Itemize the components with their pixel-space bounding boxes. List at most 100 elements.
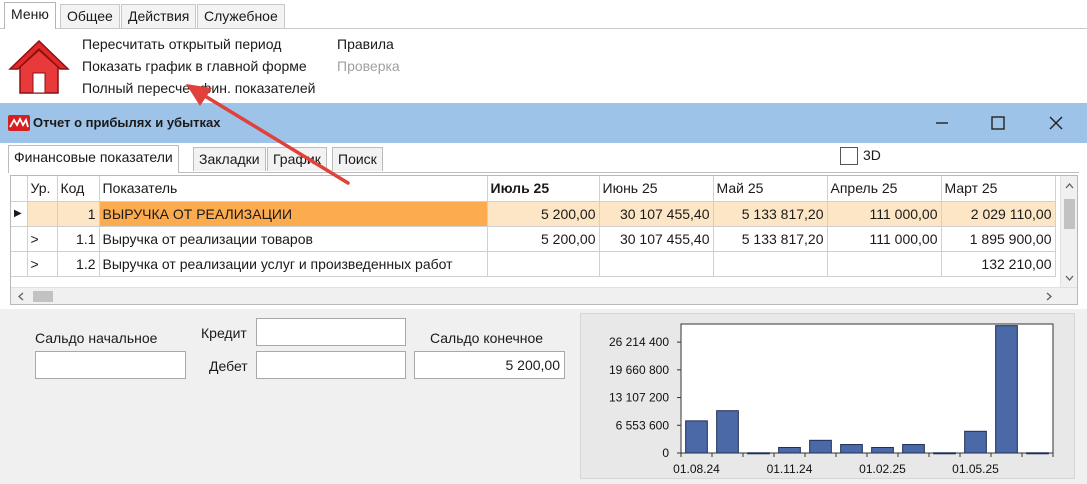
scroll-down-icon[interactable]: [1061, 272, 1078, 284]
checkbox-3d-label: 3D: [863, 147, 881, 163]
chart-bar: [871, 447, 894, 454]
cell-code[interactable]: 1.1: [57, 226, 100, 252]
y-tick-label: 26 214 400: [609, 335, 669, 349]
tab-search[interactable]: Поиск: [332, 147, 383, 171]
table-row[interactable]: > 1.1 Выручка от реализации товаров 5 20…: [11, 226, 1056, 252]
y-tick-label: 0: [662, 446, 669, 460]
cell-indicator[interactable]: ВЫРУЧКА ОТ РЕАЛИЗАЦИИ: [99, 201, 488, 227]
cell-code[interactable]: 1.2: [57, 251, 100, 277]
window-titlebar[interactable]: Отчет о прибылях и убытках: [0, 103, 1087, 143]
debit-label: Дебет: [209, 358, 248, 374]
credit-label: Кредит: [201, 325, 247, 341]
ribbon-panel: Пересчитать открытый период Показать гра…: [0, 29, 1087, 103]
y-tick-label: 6 553 600: [616, 418, 670, 432]
row-indicator: [11, 226, 28, 252]
cell-value[interactable]: 5 200,00: [487, 226, 600, 252]
cell-value[interactable]: 1 895 900,00: [941, 226, 1056, 252]
minimize-icon[interactable]: [919, 109, 965, 137]
chart-bar: [685, 420, 708, 454]
column-header-indicator[interactable]: Показатель: [99, 176, 488, 202]
end-balance-label: Сальдо конечное: [430, 330, 544, 346]
cell-indicator[interactable]: Выручка от реализации услуг и произведен…: [99, 251, 488, 277]
revenue-chart[interactable]: 0 6 553 600 13 107 200 19 660 800 26 214 400…: [580, 313, 1075, 479]
column-header-april[interactable]: Апрель 25: [827, 176, 942, 202]
scroll-left-icon[interactable]: [15, 288, 27, 305]
tab-bookmarks[interactable]: Закладки: [193, 147, 266, 171]
cell-value[interactable]: 111 000,00: [827, 201, 942, 227]
chart-bar: [995, 325, 1018, 454]
y-tick-label: 19 660 800: [609, 363, 669, 377]
table-row[interactable]: ▶ 1 ВЫРУЧКА ОТ РЕАЛИЗАЦИИ 5 200,00 30 10…: [11, 201, 1056, 227]
tab-financial-indicators[interactable]: Финансовые показатели: [8, 145, 179, 173]
x-tick-label: 01.02.25: [859, 462, 906, 476]
ribbon-tab-actions[interactable]: Действия: [121, 4, 197, 28]
cell-value[interactable]: 5 133 817,20: [713, 201, 828, 227]
x-tick-label: 01.08.24: [673, 462, 720, 476]
column-header-may[interactable]: Май 25: [713, 176, 828, 202]
report-form: Финансовые показатели Закладки График По…: [0, 143, 1087, 484]
cell-code[interactable]: 1: [57, 201, 100, 227]
cell-value[interactable]: [487, 251, 600, 277]
credit-field[interactable]: [256, 318, 406, 346]
cell-level[interactable]: [27, 201, 58, 227]
cell-value[interactable]: 5 133 817,20: [713, 226, 828, 252]
horizontal-scrollbar[interactable]: [11, 287, 1077, 304]
chart-bar: [778, 447, 801, 454]
end-balance-field[interactable]: 5 200,00: [414, 351, 565, 379]
cell-value[interactable]: 30 107 455,40: [599, 226, 714, 252]
y-tick-label: 13 107 200: [609, 391, 669, 405]
show-chart-command[interactable]: Показать график в главной форме: [82, 57, 307, 75]
chart-bar: [716, 410, 739, 454]
ribbon-tab-general[interactable]: Общее: [60, 4, 120, 28]
ribbon-tab-service[interactable]: Служебное: [197, 4, 285, 28]
check-command: Проверка: [337, 58, 400, 74]
row-indicator: [11, 251, 28, 277]
full-recalc-command[interactable]: Полный пересчет фин. показателей: [82, 79, 315, 97]
column-header-code[interactable]: Код: [57, 176, 100, 202]
home-icon[interactable]: [8, 39, 70, 95]
indicators-table: Ур. Код Показатель Июль 25 Июнь 25 Май 2…: [11, 176, 1056, 277]
cell-value[interactable]: 5 200,00: [487, 201, 600, 227]
window-title: Отчет о прибылях и убытках: [33, 115, 221, 130]
column-header-level[interactable]: Ур.: [27, 176, 58, 202]
checkbox-3d[interactable]: [840, 147, 858, 165]
chart-bar: [747, 452, 770, 455]
tab-chart[interactable]: График: [267, 147, 327, 171]
chart-bar: [933, 452, 956, 455]
column-header-marker: [11, 176, 28, 202]
debit-field[interactable]: [256, 351, 406, 379]
column-header-july[interactable]: Июль 25: [487, 176, 600, 202]
chart-bar: [964, 430, 987, 454]
balance-panel: Сальдо начальное Кредит Дебет Сальдо кон…: [0, 309, 1087, 484]
cell-value[interactable]: 30 107 455,40: [599, 201, 714, 227]
cell-level[interactable]: >: [27, 226, 58, 252]
cell-indicator[interactable]: Выручка от реализации товаров: [99, 226, 488, 252]
ribbon-tabs: Меню Общее Действия Служебное: [0, 0, 1087, 30]
horizontal-scroll-thumb[interactable]: [33, 291, 53, 302]
cell-value[interactable]: [713, 251, 828, 277]
chart-bar: [1026, 452, 1049, 455]
cell-value[interactable]: [827, 251, 942, 277]
cell-value[interactable]: [599, 251, 714, 277]
maximize-icon[interactable]: [975, 109, 1021, 137]
cell-value[interactable]: 132 210,00: [941, 251, 1056, 277]
rules-command[interactable]: Правила: [337, 35, 394, 53]
column-header-june[interactable]: Июнь 25: [599, 176, 714, 202]
column-header-march[interactable]: Март 25: [941, 176, 1056, 202]
app-icon: [8, 115, 30, 131]
indicators-grid[interactable]: Ур. Код Показатель Июль 25 Июнь 25 Май 2…: [10, 175, 1078, 305]
scroll-right-icon[interactable]: [1043, 288, 1055, 305]
scroll-up-icon[interactable]: [1061, 180, 1078, 192]
vertical-scroll-thumb[interactable]: [1064, 199, 1075, 229]
cell-value[interactable]: 2 029 110,00: [941, 201, 1056, 227]
close-icon[interactable]: [1033, 109, 1079, 137]
start-balance-label: Сальдо начальное: [35, 330, 158, 346]
cell-value[interactable]: 111 000,00: [827, 226, 942, 252]
table-row[interactable]: > 1.2 Выручка от реализации услуг и прои…: [11, 251, 1056, 277]
cell-level[interactable]: >: [27, 251, 58, 277]
start-balance-field[interactable]: [35, 351, 186, 379]
vertical-scrollbar[interactable]: [1060, 176, 1077, 288]
chart-bar: [902, 444, 925, 454]
ribbon-tab-menu[interactable]: Меню: [4, 2, 56, 29]
recalc-period-command[interactable]: Пересчитать открытый период: [82, 35, 281, 53]
